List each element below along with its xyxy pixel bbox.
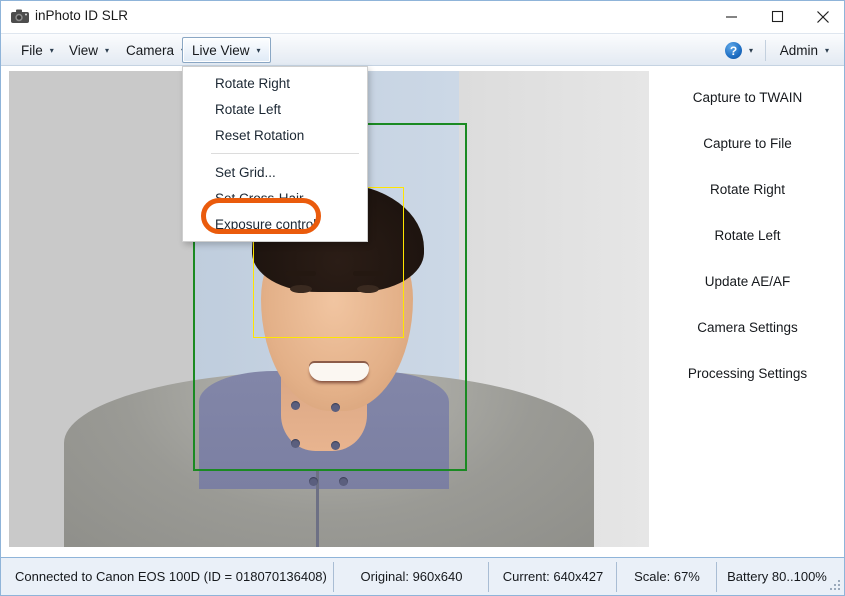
menu-bar: File ▾ View ▾ Camera ▾ Live View ▾ ? ▾ A… — [1, 33, 844, 66]
menu-camera-label: Camera — [126, 42, 175, 58]
action-processing-settings[interactable]: Processing Settings — [657, 360, 838, 386]
resize-grip-icon[interactable] — [829, 580, 841, 592]
chevron-down-icon: ▾ — [256, 46, 261, 55]
menu-file[interactable]: File ▾ — [11, 37, 64, 63]
chevron-down-icon: ▾ — [49, 46, 54, 55]
menu-item-label: Set Grid... — [215, 164, 276, 180]
menu-item-label: Rotate Right — [215, 75, 291, 91]
action-rotate-left[interactable]: Rotate Left — [657, 222, 838, 248]
action-label: Capture to TWAIN — [692, 89, 803, 105]
preview-shirt-button — [339, 477, 348, 486]
action-capture-to-file[interactable]: Capture to File — [657, 130, 838, 156]
menu-item-label: Reset Rotation — [215, 127, 305, 143]
application-window: inPhoto ID SLR File ▾ View ▾ Camera ▾ Li… — [0, 0, 845, 596]
status-battery: Battery 80..100% — [727, 569, 827, 584]
menu-live-view[interactable]: Live View ▾ — [182, 37, 271, 63]
help-menu[interactable]: ? ▾ — [724, 38, 753, 63]
chevron-down-icon: ▾ — [748, 46, 753, 55]
window-title: inPhoto ID SLR — [35, 8, 129, 23]
status-connection: Connected to Canon EOS 100D (ID = 018070… — [15, 569, 327, 584]
help-icon: ? — [724, 42, 742, 59]
action-capture-to-twain[interactable]: Capture to TWAIN — [657, 84, 838, 110]
menu-item-exposure-control[interactable]: Exposure control — [183, 211, 367, 237]
action-rotate-right[interactable]: Rotate Right — [657, 176, 838, 202]
menu-item-label: Exposure control — [215, 216, 317, 232]
title-bar: inPhoto ID SLR — [1, 1, 844, 33]
action-panel: Capture to TWAIN Capture to File Rotate … — [657, 71, 838, 547]
menu-admin[interactable]: Admin ▾ — [771, 37, 838, 63]
close-button[interactable] — [800, 1, 844, 32]
menu-item-rotate-left[interactable]: Rotate Left — [183, 96, 367, 122]
preview-shirt-button — [309, 477, 318, 486]
menu-item-set-grid[interactable]: Set Grid... — [183, 159, 367, 185]
status-original-size: Original: 960x640 — [360, 569, 463, 584]
menu-live-view-label: Live View — [192, 42, 250, 58]
menu-item-label: Rotate Left — [215, 101, 282, 117]
action-camera-settings[interactable]: Camera Settings — [657, 314, 838, 340]
action-label: Rotate Right — [709, 181, 786, 197]
action-label: Processing Settings — [687, 365, 808, 381]
status-scale: Scale: 67% — [634, 569, 700, 584]
menu-view[interactable]: View ▾ — [59, 37, 119, 63]
menu-separator — [211, 153, 359, 154]
action-label: Capture to File — [703, 135, 792, 151]
menu-item-rotate-right[interactable]: Rotate Right — [183, 70, 367, 96]
maximize-button[interactable] — [754, 1, 800, 32]
action-label: Update AE/AF — [704, 273, 791, 289]
menu-item-label: Set Cross-Hair... — [215, 190, 315, 206]
camera-icon — [11, 9, 29, 24]
menu-file-label: File — [21, 42, 43, 58]
status-bar: Connected to Canon EOS 100D (ID = 018070… — [1, 557, 844, 595]
live-view-dropdown-menu: Rotate Right Rotate Left Reset Rotation … — [182, 66, 368, 242]
chevron-down-icon: ▾ — [105, 46, 110, 55]
menu-admin-label: Admin — [779, 42, 818, 58]
menu-item-reset-rotation[interactable]: Reset Rotation — [183, 122, 367, 148]
action-update-ae-af[interactable]: Update AE/AF — [657, 268, 838, 294]
menu-item-set-cross-hair[interactable]: Set Cross-Hair... — [183, 185, 367, 211]
status-current-size: Current: 640x427 — [502, 569, 604, 584]
minimize-button[interactable] — [708, 1, 754, 32]
chevron-down-icon: ▾ — [824, 45, 829, 55]
menu-divider — [765, 40, 766, 61]
action-label: Camera Settings — [697, 319, 798, 335]
menu-view-label: View — [69, 42, 99, 58]
action-label: Rotate Left — [714, 227, 781, 243]
